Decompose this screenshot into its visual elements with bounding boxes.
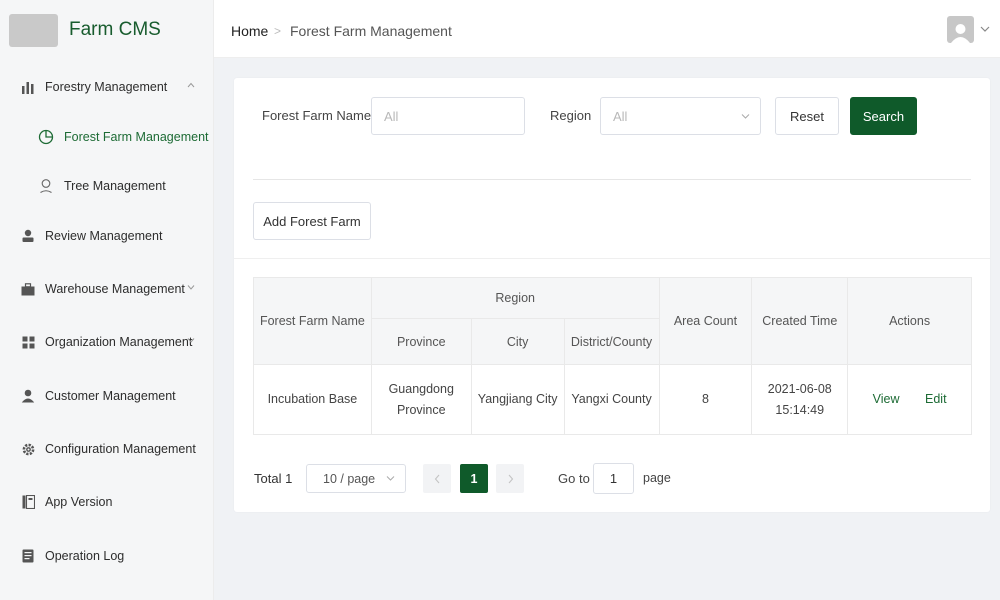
sidebar-item-tree-management[interactable]: Tree Management <box>0 166 214 206</box>
cell-created-clock: 15:14:49 <box>775 402 825 417</box>
reset-button[interactable]: Reset <box>775 97 839 135</box>
cell-actions: View Edit <box>847 364 972 435</box>
location-pin-icon <box>38 178 54 194</box>
sidebar-item-label: Organization Management <box>45 335 193 349</box>
search-button[interactable]: Search <box>850 97 917 135</box>
prev-page-button[interactable] <box>423 464 451 493</box>
chevron-right-icon <box>508 474 513 483</box>
add-forest-farm-button[interactable]: Add Forest Farm <box>253 202 371 240</box>
sidebar-item-label: Configuration Management <box>45 442 196 456</box>
sidebar-item-label: Warehouse Management <box>45 282 185 296</box>
cell-created-time: 2021-06-08 15:14:49 <box>751 364 849 435</box>
sidebar: Farm CMS Forestry Management Forest Farm… <box>0 0 214 600</box>
cell-province: Guangdong Province <box>370 364 472 435</box>
sidebar-item-label: Forest Farm Management <box>64 130 209 144</box>
cell-name: Incubation Base <box>253 364 372 435</box>
table-row: Incubation Base Guangdong Province Yangj… <box>253 364 972 435</box>
breadcrumb-home[interactable]: Home <box>231 23 268 39</box>
sidebar-item-label: Forestry Management <box>45 80 168 94</box>
chevron-left-icon <box>434 474 439 483</box>
sidebar-item-label: Review Management <box>45 229 163 243</box>
log-icon <box>20 548 36 564</box>
breadcrumb-separator-icon: > <box>274 24 282 38</box>
forest-farm-name-input[interactable] <box>371 97 525 135</box>
col-header-actions: Actions <box>847 277 972 365</box>
sidebar-item-organization-management[interactable]: Organization Management <box>0 322 214 362</box>
pie-chart-icon <box>38 129 54 145</box>
user-review-icon <box>20 228 36 244</box>
main-card: Forest Farm Name Region All Reset Search… <box>234 78 990 512</box>
edit-link[interactable]: Edit <box>925 392 947 406</box>
sidebar-item-label: Customer Management <box>45 389 176 403</box>
divider <box>253 179 971 180</box>
col-header-province: Province <box>370 318 472 365</box>
goto-label: Go to <box>558 471 590 486</box>
user-avatar-icon <box>951 24 970 43</box>
page-size-value: 10 / page <box>323 471 376 486</box>
chevron-up-icon <box>187 82 195 88</box>
cell-area-count: 8 <box>658 364 753 435</box>
col-header-area-count: Area Count <box>658 277 753 365</box>
sidebar-item-customer-management[interactable]: Customer Management <box>0 376 214 416</box>
col-header-name: Forest Farm Name <box>253 277 372 365</box>
forest-farm-name-label: Forest Farm Name <box>262 108 372 123</box>
divider <box>234 258 990 259</box>
forest-farm-table: Forest Farm Name Region Area Count Creat… <box>253 277 972 435</box>
view-link[interactable]: View <box>873 392 900 406</box>
sidebar-item-review-management[interactable]: Review Management <box>0 216 214 256</box>
cell-created-date: 2021-06-08 <box>767 381 832 396</box>
goto-page-input[interactable] <box>593 463 634 494</box>
page-size-select[interactable]: 10 / page <box>306 464 406 493</box>
col-header-created-time: Created Time <box>751 277 849 365</box>
cell-province-line1: Guangdong <box>388 381 454 396</box>
chevron-down-icon <box>187 338 195 343</box>
page-number-current[interactable]: 1 <box>460 464 488 493</box>
cell-district: Yangxi County <box>563 364 660 435</box>
gear-icon <box>20 441 36 457</box>
avatar[interactable] <box>947 16 974 43</box>
region-select[interactable]: All <box>600 97 761 135</box>
briefcase-icon <box>20 281 36 297</box>
sidebar-item-label: Operation Log <box>45 549 125 563</box>
brand-title: Farm CMS <box>69 19 161 40</box>
top-header: Home > Forest Farm Management <box>214 0 1000 58</box>
sidebar-item-label: Tree Management <box>64 179 166 193</box>
sidebar-item-configuration-management[interactable]: Configuration Management <box>0 429 214 469</box>
pagination-total: Total 1 <box>254 471 293 486</box>
cell-city: Yangjiang City <box>470 364 565 435</box>
region-select-value: All <box>613 108 628 124</box>
col-header-city: City <box>470 318 565 365</box>
page-word-label: page <box>643 471 671 485</box>
chevron-down-icon[interactable] <box>980 25 990 33</box>
sidebar-item-app-version[interactable]: App Version <box>0 482 214 522</box>
sidebar-item-forestry-management[interactable]: Forestry Management <box>0 67 214 107</box>
chevron-down-icon <box>386 476 395 481</box>
sidebar-item-operation-log[interactable]: Operation Log <box>0 536 214 576</box>
breadcrumb-current: Forest Farm Management <box>290 23 452 39</box>
sidebar-item-warehouse-management[interactable]: Warehouse Management <box>0 269 214 309</box>
sidebar-item-label: App Version <box>45 495 113 509</box>
region-label: Region <box>550 108 592 123</box>
chevron-down-icon <box>741 114 750 119</box>
col-header-region: Region <box>370 277 660 319</box>
next-page-button[interactable] <box>496 464 524 493</box>
sidebar-item-forest-farm-management[interactable]: Forest Farm Management <box>0 117 214 157</box>
grid-icon <box>20 334 36 350</box>
version-icon <box>20 494 36 510</box>
col-header-district: District/County <box>563 318 660 365</box>
chevron-down-icon <box>187 285 195 290</box>
bar-chart-icon <box>20 79 36 95</box>
logo <box>9 14 58 47</box>
cell-province-line2: Province <box>396 402 446 417</box>
person-icon <box>20 388 36 404</box>
